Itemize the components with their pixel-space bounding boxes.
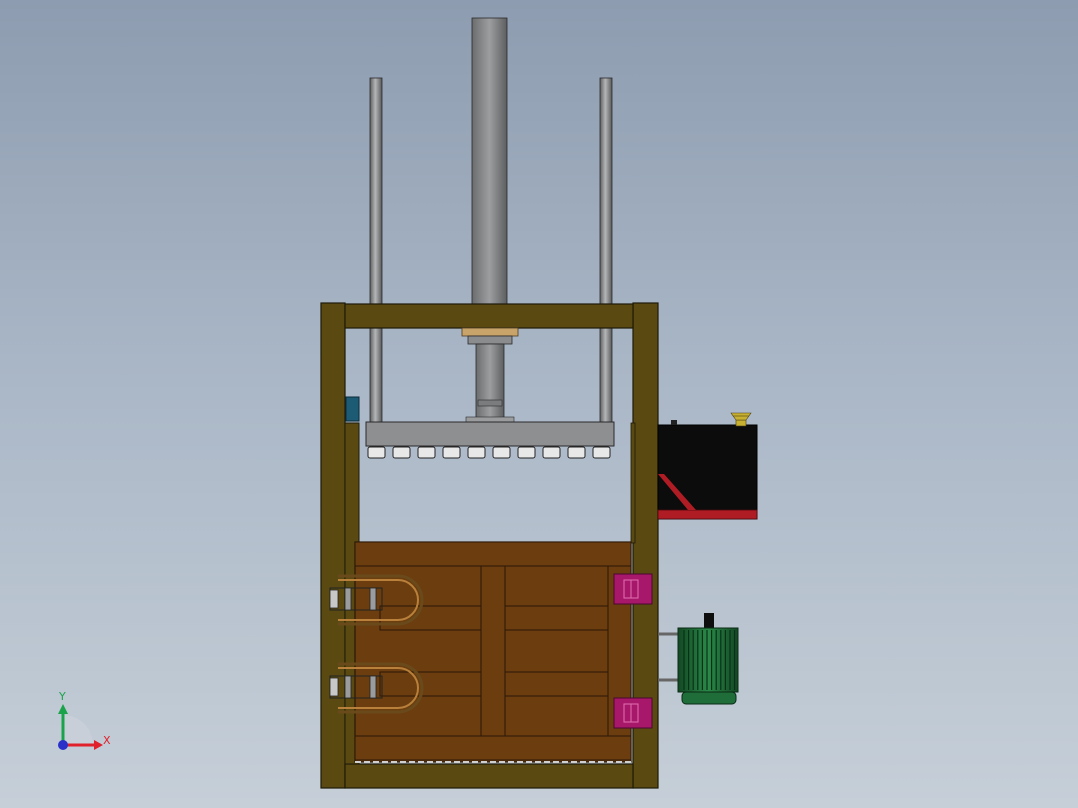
cad-viewport[interactable]: Y X	[0, 0, 1078, 808]
orientation-triad: Y X	[58, 690, 111, 750]
x-axis-label: X	[103, 734, 111, 747]
y-axis-label: Y	[58, 690, 66, 703]
z-axis-dot	[58, 740, 68, 750]
